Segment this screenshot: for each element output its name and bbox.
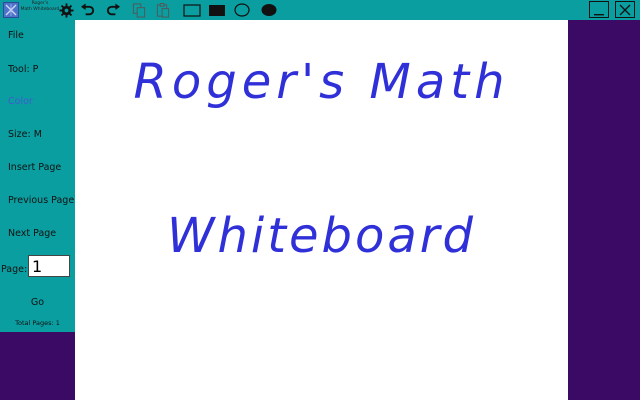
paste-button[interactable] (154, 2, 172, 18)
undo-icon (80, 2, 94, 15)
redo-button[interactable] (104, 2, 122, 18)
copy-button[interactable] (130, 2, 148, 18)
ellipse-filled-icon (261, 4, 277, 16)
total-pages: Total Pages: 1 (15, 319, 60, 327)
whiteboard-canvas[interactable]: Roger's Math Whiteboard (75, 20, 568, 400)
close-icon (619, 4, 631, 15)
paste-icon (156, 2, 170, 18)
rectangle-filled-tool[interactable] (207, 2, 227, 18)
app-title-line2: Math Whiteboard (20, 7, 60, 12)
sidebar: File Tool: P Color Size: M Insert Page P… (0, 20, 75, 332)
go-button[interactable]: Go (0, 297, 75, 308)
ellipse-outline-tool[interactable] (233, 2, 251, 18)
rectangle-outline-icon (183, 3, 201, 17)
redo-icon (106, 2, 120, 15)
app-logo-icon (3, 2, 19, 18)
copy-icon (132, 2, 146, 18)
sidebar-item-color[interactable]: Color (8, 96, 33, 107)
page-number-input[interactable] (28, 255, 70, 277)
sidebar-item-file[interactable]: File (8, 30, 24, 41)
settings-button[interactable] (57, 2, 75, 18)
page-label: Page: (1, 264, 28, 275)
minimize-button[interactable] (589, 1, 609, 18)
handwritten-line-2: Whiteboard (166, 208, 477, 264)
sidebar-item-previous-page[interactable]: Previous Page (8, 195, 74, 206)
top-toolbar: Roger's Math Whiteboard (0, 0, 640, 20)
minimize-icon (594, 13, 604, 15)
sidebar-item-next-page[interactable]: Next Page (8, 228, 56, 239)
sidebar-item-insert-page[interactable]: Insert Page (8, 162, 61, 173)
handwritten-line-1: Roger's Math (133, 54, 510, 110)
sidebar-item-size[interactable]: Size: M (8, 129, 42, 140)
ellipse-outline-icon (234, 3, 250, 17)
sidebar-item-tool[interactable]: Tool: P (8, 64, 38, 75)
rectangle-outline-tool[interactable] (182, 2, 202, 18)
app-title: Roger's Math Whiteboard (20, 1, 60, 13)
undo-button[interactable] (78, 2, 96, 18)
gear-icon (58, 2, 74, 18)
rectangle-filled-icon (209, 4, 225, 16)
ellipse-filled-tool[interactable] (260, 2, 278, 18)
close-button[interactable] (615, 1, 635, 18)
